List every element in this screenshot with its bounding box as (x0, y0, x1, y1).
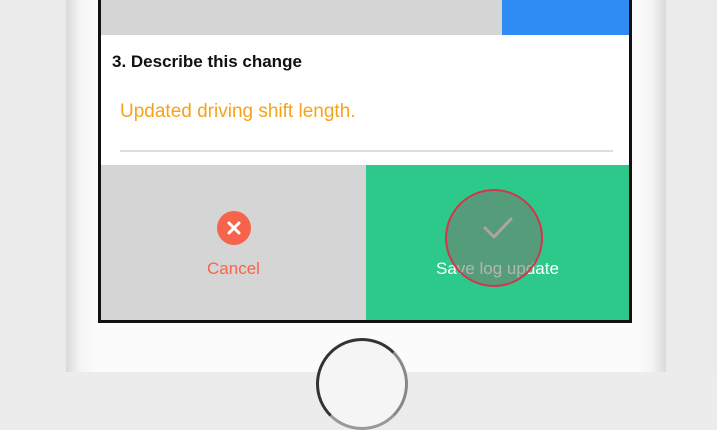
close-circle-icon (217, 211, 251, 245)
home-button[interactable] (316, 338, 408, 430)
right-background (666, 0, 717, 372)
left-background (0, 0, 66, 372)
phone-screen: 3. Describe this change Updated driving … (98, 0, 632, 323)
previous-step-bar (101, 0, 502, 35)
save-log-update-button[interactable]: Save log update (366, 165, 629, 320)
app-content: 3. Describe this change Updated driving … (101, 0, 629, 320)
checkmark-icon (479, 213, 517, 243)
field-underline (120, 150, 613, 152)
step-title: 3. Describe this change (112, 52, 302, 71)
save-log-update-label: Save log update (436, 259, 559, 278)
previous-step-button[interactable] (502, 0, 629, 35)
change-description-field[interactable]: Updated driving shift length. (120, 101, 356, 123)
cancel-label: Cancel (207, 259, 260, 278)
cancel-button[interactable]: Cancel (101, 165, 366, 320)
